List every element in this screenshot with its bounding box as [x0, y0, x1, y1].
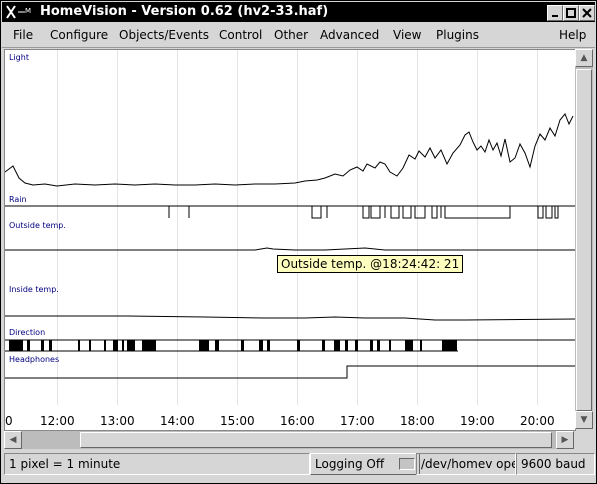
menu-objects-events[interactable]: Objects/Events — [119, 28, 209, 42]
time-tick: 17:00 — [340, 414, 375, 428]
scroll-up-icon[interactable]: ▲ — [575, 49, 593, 67]
baud-status: 9600 baud — [516, 453, 595, 475]
logging-indicator-icon — [399, 458, 415, 470]
maximize-button[interactable] — [563, 5, 579, 21]
minimize-icon — [552, 15, 558, 17]
headphones-trace — [5, 365, 575, 379]
direction-pulses — [9, 340, 457, 351]
maximize-icon — [566, 8, 576, 18]
menu-file[interactable]: File — [13, 28, 33, 42]
timeline-plot-area[interactable]: Light Rain Outside temp. Inside temp. Di… — [4, 49, 576, 431]
time-tick: 14:00 — [160, 414, 195, 428]
vertical-scroll-thumb[interactable] — [576, 69, 592, 411]
svg-text:M: M — [25, 7, 31, 15]
time-tick: 18:00 — [400, 414, 435, 428]
time-tick: 20:00 — [520, 414, 555, 428]
horizontal-scrollbar[interactable]: ◀ ▶ — [4, 431, 574, 449]
value-tooltip: Outside temp. @18:24:42: 21 — [277, 255, 464, 273]
track-traces — [5, 113, 575, 379]
menu-configure[interactable]: Configure — [50, 28, 108, 42]
time-tick: 16:00 — [280, 414, 315, 428]
menu-advanced[interactable]: Advanced — [320, 28, 379, 42]
menu-other[interactable]: Other — [274, 28, 308, 42]
scroll-right-icon[interactable]: ▶ — [556, 431, 574, 449]
rain-pulses — [168, 206, 559, 219]
time-tick: 12:00 — [40, 414, 75, 428]
device-status: /dev/homev open — [416, 453, 516, 475]
x-window-menu-icon[interactable]: M — [5, 4, 35, 20]
horizontal-scroll-thumb[interactable] — [80, 432, 552, 448]
app-window: M HomeVision - Version 0.62 (hv2-33.haf)… — [0, 0, 597, 484]
window-title: HomeVision - Version 0.62 (hv2-33.haf) — [40, 4, 329, 19]
close-icon — [582, 8, 592, 18]
vertical-scrollbar[interactable]: ▲ ▼ — [575, 49, 593, 429]
scroll-left-icon[interactable]: ◀ — [4, 431, 22, 449]
status-bar: 1 pixel = 1 minute Logging Off /dev/home… — [2, 453, 595, 477]
menu-view[interactable]: View — [393, 28, 421, 42]
time-tick: 19:00 — [460, 414, 495, 428]
scale-status: 1 pixel = 1 minute — [4, 453, 310, 475]
time-tick: 0 — [5, 414, 13, 428]
time-tick: 13:00 — [100, 414, 135, 428]
menu-bar: File Configure Objects/Events Control Ot… — [2, 23, 595, 48]
time-tick: 15:00 — [220, 414, 255, 428]
outside-temp-trace — [5, 247, 575, 251]
minimize-button[interactable] — [547, 5, 563, 21]
light-trace — [5, 113, 574, 187]
logging-toggle-button[interactable]: Logging Off — [310, 453, 420, 475]
inside-temp-trace — [5, 315, 575, 321]
scroll-down-icon[interactable]: ▼ — [575, 411, 593, 429]
menu-plugins[interactable]: Plugins — [436, 28, 479, 42]
close-button[interactable] — [579, 5, 595, 21]
logging-label: Logging Off — [315, 457, 385, 471]
menu-help[interactable]: Help — [559, 28, 586, 42]
menu-control[interactable]: Control — [219, 28, 262, 42]
title-bar[interactable]: M HomeVision - Version 0.62 (hv2-33.haf) — [2, 2, 595, 22]
